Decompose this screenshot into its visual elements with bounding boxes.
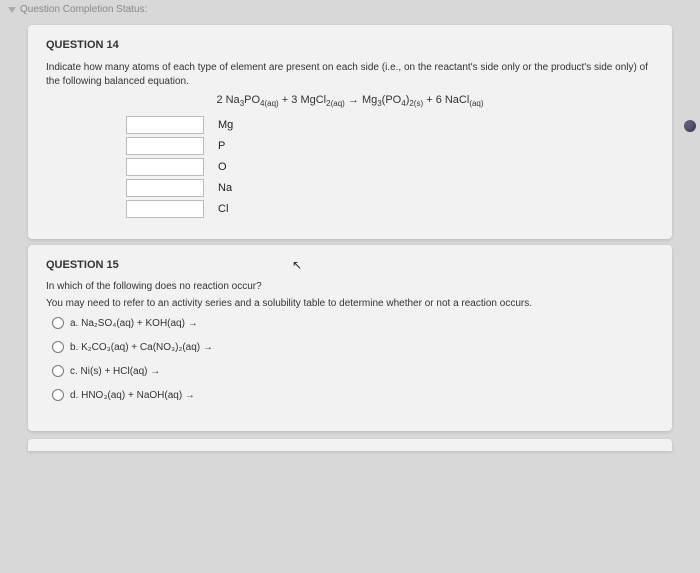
atom-label-p: P: [218, 140, 242, 152]
atom-label-mg: Mg: [218, 119, 242, 131]
chevron-down-icon: [8, 7, 16, 13]
question-15-line1: In which of the following does no reacti…: [46, 281, 654, 292]
question-14-card: QUESTION 14 Indicate how many atoms of e…: [28, 25, 672, 239]
atom-row-cl: Cl: [126, 200, 654, 218]
radio-d[interactable]: [52, 389, 64, 401]
radio-c[interactable]: [52, 365, 64, 377]
atom-row-mg: Mg: [126, 116, 654, 134]
choice-d-label: d. HNO₃(aq) + NaOH(aq) →: [70, 390, 195, 401]
choice-d[interactable]: d. HNO₃(aq) + NaOH(aq) →: [52, 389, 654, 401]
atom-input-cl[interactable]: [126, 200, 204, 218]
question-15-title: QUESTION 15: [46, 259, 654, 271]
radio-a[interactable]: [52, 317, 64, 329]
choices: a. Na₂SO₄(aq) + KOH(aq) → b. K₂CO₃(aq) +…: [46, 317, 654, 401]
choice-a[interactable]: a. Na₂SO₄(aq) + KOH(aq) →: [52, 317, 654, 329]
status-label: Question Completion Status:: [20, 4, 147, 15]
atom-label-na: Na: [218, 182, 242, 194]
status-bar: Question Completion Status:: [0, 0, 700, 19]
question-14-title: QUESTION 14: [46, 39, 654, 51]
atom-label-cl: Cl: [218, 203, 242, 215]
choice-b[interactable]: b. K₂CO₃(aq) + Ca(NO₃)₂(aq) →: [52, 341, 654, 353]
atom-input-p[interactable]: [126, 137, 204, 155]
choice-c-label: c. Ni(s) + HCl(aq) →: [70, 366, 160, 377]
atom-input-o[interactable]: [126, 158, 204, 176]
question-15-card: QUESTION 15 In which of the following do…: [28, 245, 672, 431]
question-15-line2: You may need to refer to an activity ser…: [46, 298, 654, 309]
choice-b-label: b. K₂CO₃(aq) + Ca(NO₃)₂(aq) →: [70, 342, 213, 353]
radio-b[interactable]: [52, 341, 64, 353]
atom-input-mg[interactable]: [126, 116, 204, 134]
atom-row-o: O: [126, 158, 654, 176]
question-14-equation: 2 Na3PO4(aq) + 3 MgCl2(aq) → Mg3(PO4)2(s…: [46, 94, 654, 108]
atom-label-o: O: [218, 161, 242, 173]
atom-table: Mg P O Na Cl: [126, 116, 654, 218]
atom-row-p: P: [126, 137, 654, 155]
atom-row-na: Na: [126, 179, 654, 197]
atom-input-na[interactable]: [126, 179, 204, 197]
choice-a-label: a. Na₂SO₄(aq) + KOH(aq) →: [70, 318, 198, 329]
next-question-card: [28, 439, 672, 451]
choice-c[interactable]: c. Ni(s) + HCl(aq) →: [52, 365, 654, 377]
question-14-prompt: Indicate how many atoms of each type of …: [46, 61, 654, 88]
decorative-dot: [684, 120, 696, 132]
